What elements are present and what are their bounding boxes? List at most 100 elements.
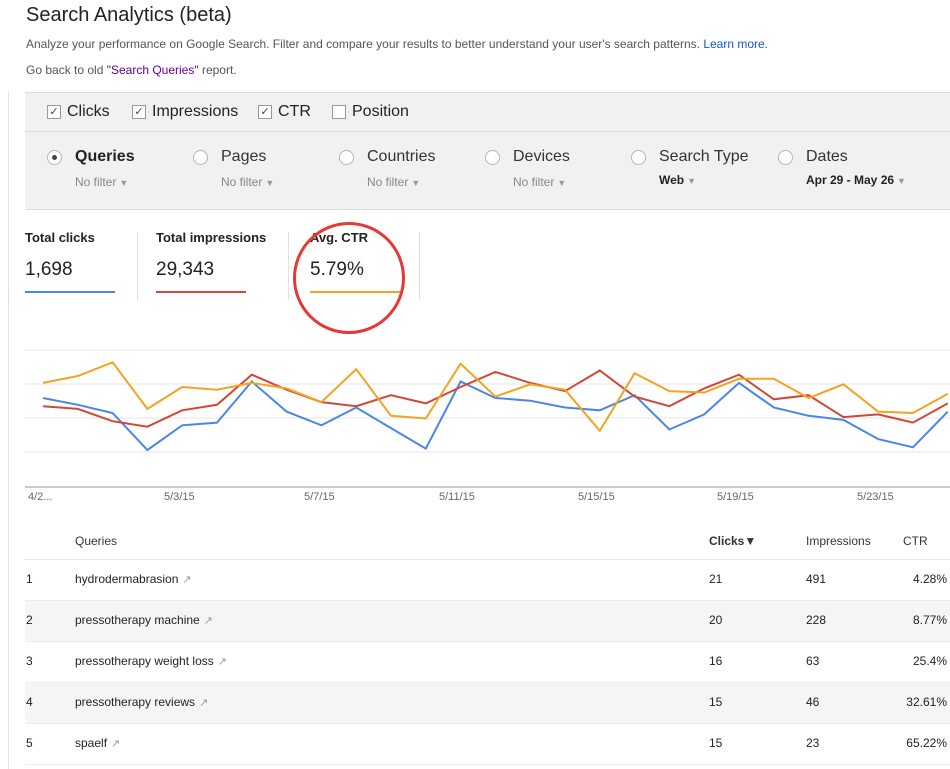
- description-text: Analyze your performance on Google Searc…: [26, 37, 700, 51]
- row-impressions: 228: [806, 613, 827, 627]
- row-clicks: 21: [709, 572, 723, 586]
- divider: [137, 232, 138, 300]
- series-line-0[interactable]: [42, 380, 949, 452]
- checkbox-icon: ✓: [132, 105, 146, 119]
- position-checkbox-label: Position: [352, 103, 409, 120]
- checkbox-icon: ✓: [258, 105, 272, 119]
- row-clicks: 15: [709, 736, 723, 750]
- external-link-icon[interactable]: ↗: [182, 574, 191, 586]
- group-dates-filter[interactable]: Apr 29 - May 26 ▼: [806, 173, 906, 187]
- row-impressions: 491: [806, 572, 827, 586]
- divider: [288, 232, 289, 300]
- clicks-checkbox[interactable]: ✓ Clicks: [47, 103, 110, 121]
- group-dates-label: Dates: [806, 148, 848, 165]
- row-query[interactable]: hydrodermabrasion ↗: [75, 572, 192, 586]
- row-ctr: 8.77%: [912, 613, 947, 627]
- row-query[interactable]: pressotherapy machine ↗: [75, 613, 213, 627]
- x-tick-label: 5/11/15: [439, 491, 475, 503]
- filter-panel: ✓ Clicks ✓ Impressions ✓ CTR Position Qu…: [25, 92, 950, 210]
- external-link-icon[interactable]: ↗: [218, 656, 227, 668]
- caret-down-icon: ▼: [687, 176, 697, 186]
- row-clicks: 16: [709, 654, 723, 668]
- group-countries-filter[interactable]: No filter ▼: [367, 175, 420, 189]
- group-search-type-label: Search Type: [659, 148, 749, 165]
- queries-column-header[interactable]: Queries: [75, 534, 117, 548]
- table-row[interactable]: 4 pressotherapy reviews ↗ 15 46 32.61%: [25, 683, 950, 724]
- group-devices-filter[interactable]: No filter ▼: [513, 175, 566, 189]
- group-devices-label: Devices: [513, 148, 570, 165]
- row-clicks: 20: [709, 613, 723, 627]
- external-link-icon[interactable]: ↗: [204, 615, 213, 627]
- table-row[interactable]: 2 pressotherapy machine ↗ 20 228 8.77%: [25, 601, 950, 642]
- row-rank: 4: [26, 695, 33, 709]
- external-link-icon[interactable]: ↗: [111, 738, 120, 750]
- page-description: Analyze your performance on Google Searc…: [26, 37, 768, 51]
- learn-more-link[interactable]: Learn more.: [703, 37, 768, 51]
- row-ctr: 32.61%: [906, 695, 947, 709]
- radio-selected-icon: [47, 150, 62, 165]
- ctr-checkbox[interactable]: ✓ CTR: [258, 103, 311, 121]
- clicks-column-header[interactable]: Clicks▼: [709, 534, 756, 548]
- old-report-note: Go back to old "Search Queries" report.: [26, 63, 237, 77]
- table-row[interactable]: 5 spaelf ↗ 15 23 65.22%: [25, 724, 950, 765]
- row-impressions: 63: [806, 654, 820, 668]
- total-clicks-value: 1,698: [25, 259, 73, 280]
- radio-icon: [631, 150, 646, 165]
- radio-icon: [485, 150, 500, 165]
- table-row[interactable]: 3 pressotherapy weight loss ↗ 16 63 25.4%: [25, 642, 950, 683]
- x-tick-label: 5/15/15: [578, 491, 615, 503]
- impressions-checkbox-label: Impressions: [152, 103, 239, 120]
- caret-down-icon: ▼: [411, 178, 421, 188]
- old-report-link[interactable]: "Search Queries": [107, 63, 199, 77]
- group-pages-label: Pages: [221, 148, 267, 165]
- row-ctr: 65.22%: [906, 736, 947, 750]
- total-clicks-label: Total clicks: [25, 230, 95, 245]
- caret-down-icon: ▼: [557, 178, 567, 188]
- total-impressions-label: Total impressions: [156, 230, 267, 245]
- group-search-type-filter[interactable]: Web ▼: [659, 173, 696, 187]
- caret-down-icon: ▼: [119, 178, 129, 188]
- performance-line-chart: 4/2... 5/3/15 5/7/15 5/11/15 5/15/15 5/19/15 5…: [25, 349, 950, 503]
- total-impressions-value: 29,343: [156, 259, 215, 280]
- x-tick-label: 5/23/15: [857, 491, 894, 503]
- row-query[interactable]: pressotherapy reviews ↗: [75, 695, 208, 709]
- table-row[interactable]: 1 hydrodermabrasion ↗ 21 491 4.28%: [25, 560, 950, 601]
- caret-down-icon: ▼: [265, 178, 275, 188]
- row-ctr: 4.28%: [912, 572, 947, 586]
- group-queries-filter[interactable]: No filter ▼: [75, 175, 128, 189]
- x-tick-label: 5/19/15: [717, 491, 754, 503]
- total-clicks-card[interactable]: Total clicks 1,698: [25, 230, 115, 293]
- row-impressions: 23: [806, 736, 820, 750]
- total-clicks-legend-line: [25, 291, 115, 293]
- checkbox-icon: ✓: [47, 105, 61, 119]
- chart-series: [42, 361, 949, 452]
- clicks-checkbox-label: Clicks: [67, 103, 110, 120]
- row-ctr: 25.4%: [912, 654, 947, 668]
- external-link-icon[interactable]: ↗: [199, 697, 208, 709]
- row-query[interactable]: spaelf ↗: [75, 736, 120, 750]
- x-tick-label: 5/3/15: [164, 491, 195, 503]
- position-checkbox[interactable]: Position: [332, 103, 409, 121]
- ctr-checkbox-label: CTR: [278, 103, 311, 120]
- old-report-suffix: report.: [198, 63, 237, 77]
- radio-icon: [339, 150, 354, 165]
- row-rank: 5: [26, 736, 33, 750]
- chart-x-axis: 4/2... 5/3/15 5/7/15 5/11/15 5/15/15 5/19/15 5…: [28, 491, 894, 503]
- row-rank: 3: [26, 654, 33, 668]
- group-pages-filter[interactable]: No filter ▼: [221, 175, 274, 189]
- ctr-column-header[interactable]: CTR: [903, 534, 928, 548]
- total-impressions-card[interactable]: Total impressions 29,343: [156, 230, 266, 293]
- checkbox-icon: [332, 105, 346, 119]
- table-header-row: Queries Clicks▼ Impressions CTR: [25, 524, 950, 560]
- impressions-checkbox[interactable]: ✓ Impressions: [132, 103, 238, 121]
- row-rank: 2: [26, 613, 33, 627]
- radio-icon: [778, 150, 793, 165]
- row-query[interactable]: pressotherapy weight loss ↗: [75, 654, 227, 668]
- impressions-column-header[interactable]: Impressions: [806, 534, 871, 548]
- total-impressions-legend-line: [156, 291, 246, 293]
- metric-checkbox-bar: ✓ Clicks ✓ Impressions ✓ CTR Position: [25, 93, 950, 132]
- x-tick-label: 5/7/15: [304, 491, 335, 503]
- highlight-circle: [293, 222, 405, 334]
- old-report-prefix: Go back to old: [26, 63, 107, 77]
- group-queries-label: Queries: [75, 148, 135, 165]
